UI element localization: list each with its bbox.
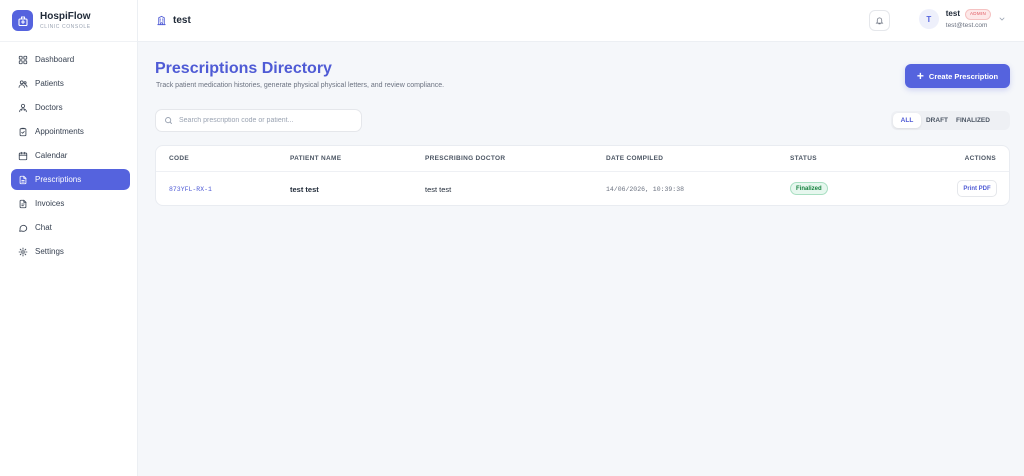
building-icon — [157, 15, 166, 26]
role-badge: ADMIN — [965, 9, 991, 20]
search-box — [155, 109, 362, 132]
sidebar-item-chat[interactable]: Chat — [11, 217, 130, 238]
table-row[interactable]: 873YFL-RX-1 test test test test 14/06/20… — [156, 172, 1009, 205]
clinic-name: test — [173, 15, 191, 26]
column-date-compiled: DATE COMPILED — [606, 155, 664, 162]
avatar: T — [918, 9, 939, 29]
page-title: Prescriptions Directory — [155, 60, 332, 77]
sidebar: HospiFlow CLINIC CONSOLE Dashboard Patie… — [0, 0, 138, 476]
create-prescription-button[interactable]: + Create Prescription — [905, 64, 1010, 88]
user-name: test — [945, 9, 960, 19]
filter-draft[interactable]: DRAFT — [921, 113, 953, 128]
sidebar-item-appointments[interactable]: Appointments — [11, 121, 130, 142]
sidebar-item-invoices[interactable]: Invoices — [11, 193, 130, 214]
users-icon — [18, 79, 28, 88]
search-icon — [165, 117, 172, 124]
sidebar-item-calendar[interactable]: Calendar — [11, 145, 130, 166]
chevron-down-icon — [999, 17, 1005, 21]
sidebar-nav: Dashboard Patients Doctors Appointments … — [0, 42, 137, 262]
file-icon — [19, 175, 27, 184]
filter-finalized[interactable]: FINALIZED — [953, 113, 993, 128]
search-input[interactable] — [179, 117, 359, 124]
date-compiled: 14/06/2026, 10:39:38 — [606, 186, 685, 193]
chat-icon — [19, 224, 28, 232]
column-actions: ACTIONS — [964, 155, 996, 162]
prescription-code[interactable]: 873YFL-RX-1 — [169, 186, 212, 193]
stethoscope-icon — [19, 103, 27, 112]
sidebar-item-label: Prescriptions — [35, 175, 82, 184]
clinic-title: test — [156, 15, 191, 26]
sidebar-item-prescriptions[interactable]: Prescriptions — [11, 169, 130, 190]
create-prescription-label: Create Prescription — [928, 71, 999, 81]
sidebar-item-label: Settings — [35, 247, 64, 256]
patient-name: test test — [290, 185, 319, 194]
print-pdf-button[interactable]: Print PDF — [957, 180, 997, 197]
sidebar-item-settings[interactable]: Settings — [11, 241, 130, 262]
column-code: CODE — [169, 155, 189, 162]
page-subtitle: Track patient medication histories, gene… — [156, 82, 445, 89]
table-header: CODE PATIENT NAME PRESCRIBING DOCTOR DAT… — [156, 146, 1009, 172]
sidebar-item-label: Calendar — [35, 151, 68, 160]
gear-icon — [18, 247, 28, 256]
brand[interactable]: HospiFlow CLINIC CONSOLE — [0, 0, 137, 42]
receipt-icon — [19, 199, 27, 208]
column-patient-name: PATIENT NAME — [290, 155, 342, 162]
column-status: STATUS — [790, 155, 817, 162]
sidebar-item-dashboard[interactable]: Dashboard — [11, 49, 130, 70]
plus-icon: + — [916, 69, 924, 83]
sidebar-item-label: Doctors — [35, 103, 63, 112]
sidebar-item-label: Appointments — [35, 127, 84, 136]
status-badge: Finalized — [790, 182, 828, 195]
brand-subtitle: CLINIC CONSOLE — [40, 23, 91, 30]
hospital-logo-icon — [12, 10, 33, 31]
user-email: test@test.com — [945, 21, 988, 29]
sidebar-item-label: Dashboard — [35, 55, 75, 64]
grid-icon — [18, 55, 28, 64]
status-filter-tabs: ALL DRAFT FINALIZED — [891, 111, 1010, 130]
user-menu[interactable]: T test ADMIN test@test.com — [918, 9, 1006, 29]
brand-name: HospiFlow — [40, 10, 91, 22]
bell-icon — [875, 17, 884, 25]
filter-all[interactable]: ALL — [893, 113, 921, 128]
sidebar-item-doctors[interactable]: Doctors — [11, 97, 130, 118]
sidebar-item-label: Chat — [35, 223, 52, 232]
column-prescribing-doctor: PRESCRIBING DOCTOR — [425, 155, 506, 162]
sidebar-item-label: Patients — [35, 79, 64, 88]
prescriptions-table: CODE PATIENT NAME PRESCRIBING DOCTOR DAT… — [155, 145, 1010, 206]
sidebar-item-patients[interactable]: Patients — [11, 73, 130, 94]
doctor-name: test test — [425, 185, 452, 194]
sidebar-item-label: Invoices — [35, 199, 65, 208]
top-header: test T test ADMIN test@test.com — [138, 0, 1024, 42]
clipboard-icon — [19, 127, 27, 136]
calendar-icon — [18, 151, 28, 160]
notifications-button[interactable] — [869, 10, 890, 31]
